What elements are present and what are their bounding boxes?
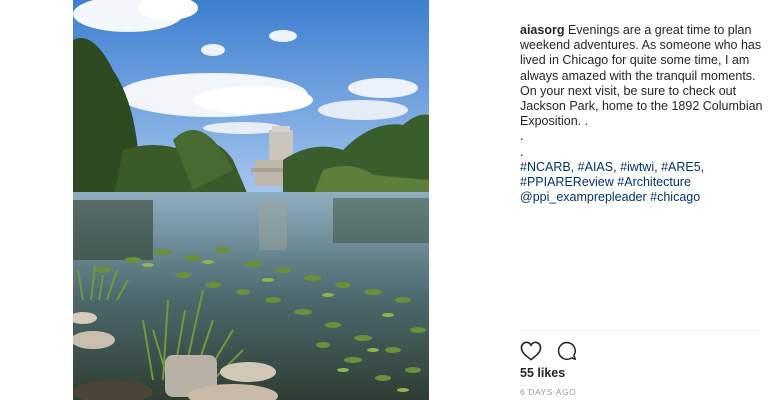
hashtag-link[interactable]: #chicago xyxy=(650,190,700,204)
post-sidebar: aiasorg Evenings are a great time to pla… xyxy=(520,0,765,400)
post-caption: aiasorg Evenings are a great time to pla… xyxy=(520,23,765,205)
hashtag-link[interactable]: #iwtwi xyxy=(620,160,654,174)
hashtag-link[interactable]: #PPIAREReview xyxy=(520,175,614,189)
caption-dot: . xyxy=(520,144,524,159)
comment-icon xyxy=(557,341,577,361)
jackson-park-lagoon-image xyxy=(73,0,429,400)
caption-text: Evenings are a great time to plan weeken… xyxy=(520,23,763,129)
username-link[interactable]: aiasorg xyxy=(520,23,564,37)
hashtag-link[interactable]: #ARE5 xyxy=(661,160,701,174)
hashtag-link[interactable]: #NCARB xyxy=(520,160,571,174)
hashtag-list: #NCARB, #AIAS, #iwtwi, #ARE5, #PPIARERev… xyxy=(520,159,705,205)
caption-dot: . xyxy=(520,129,524,144)
post-actions xyxy=(520,340,578,362)
divider xyxy=(520,330,760,331)
heart-icon xyxy=(520,341,542,361)
mention-link[interactable]: @ppi_examprepleader xyxy=(520,190,647,204)
hashtag-link[interactable]: #AIAS xyxy=(578,160,613,174)
post-timestamp[interactable]: 6 DAYS AGO xyxy=(520,387,576,397)
post-photo[interactable] xyxy=(73,0,429,400)
likes-count[interactable]: 55 likes xyxy=(520,366,565,380)
like-button[interactable] xyxy=(520,340,542,362)
hashtag-link[interactable]: #Architecture xyxy=(617,175,691,189)
comment-button[interactable] xyxy=(556,340,578,362)
